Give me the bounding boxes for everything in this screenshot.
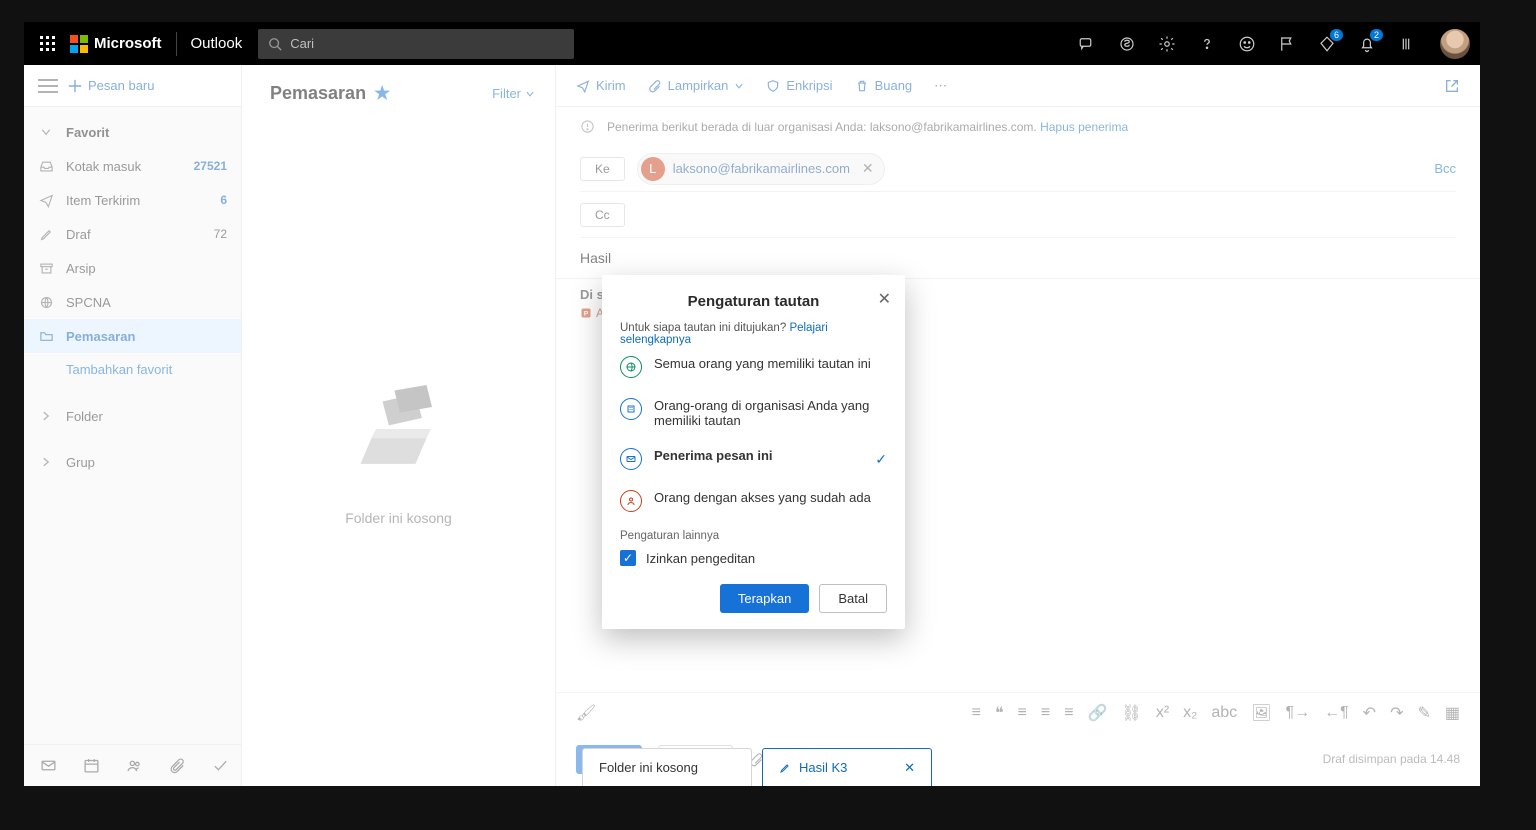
search-input[interactable]: Cari xyxy=(258,29,574,59)
global-header: Microsoft Outlook Cari 6 2 xyxy=(24,22,1480,65)
tab-label: Folder ini kosong xyxy=(599,760,698,775)
mail-icon xyxy=(620,448,642,470)
checkbox-checked-icon: ✓ xyxy=(620,550,636,566)
check-icon: ✓ xyxy=(875,451,887,468)
flag-icon[interactable] xyxy=(1278,35,1296,53)
help-icon[interactable] xyxy=(1198,35,1216,53)
tab-empty-folder[interactable]: Folder ini kosong xyxy=(582,748,752,786)
building-icon xyxy=(620,398,642,420)
smiley-icon[interactable] xyxy=(1238,35,1256,53)
search-placeholder: Cari xyxy=(290,36,314,51)
share-option-anyone[interactable]: Semua orang yang memiliki tautan ini xyxy=(620,346,887,388)
gear-icon[interactable] xyxy=(1158,35,1176,53)
link-settings-dialog: ✕ Pengaturan tautan Untuk siapa tautan i… xyxy=(602,275,905,629)
apply-button[interactable]: Terapkan xyxy=(720,584,809,613)
badge: 6 xyxy=(1330,29,1343,41)
other-settings-label: Pengaturan lainnya xyxy=(620,530,887,542)
tab-label: Hasil K3 xyxy=(799,760,847,775)
share-option-org[interactable]: Orang-orang di organisasi Anda yang memi… xyxy=(620,388,887,438)
close-icon[interactable]: ✕ xyxy=(878,289,891,309)
bell-icon[interactable]: 2 xyxy=(1358,35,1376,53)
chat-icon[interactable] xyxy=(1078,35,1096,53)
allow-edit-label: Izinkan pengeditan xyxy=(646,551,755,566)
divider xyxy=(176,32,177,56)
tab-hasil-k3[interactable]: Hasil K3 ✕ xyxy=(762,748,932,786)
allow-edit-checkbox[interactable]: ✓ Izinkan pengeditan xyxy=(620,550,887,566)
share-option-existing[interactable]: Orang dengan akses yang sudah ada xyxy=(620,480,887,522)
person-icon xyxy=(620,490,642,512)
product-name[interactable]: Outlook xyxy=(191,35,243,52)
avatar[interactable] xyxy=(1440,29,1470,59)
globe-icon xyxy=(620,356,642,378)
app-launcher-icon[interactable] xyxy=(40,36,56,52)
skype-icon[interactable] xyxy=(1118,35,1136,53)
draft-tab-bar: Folder ini kosong Hasil K3 ✕ xyxy=(582,744,1456,786)
close-tab-icon[interactable]: ✕ xyxy=(904,760,915,776)
microsoft-text: Microsoft xyxy=(94,35,162,52)
badge: 2 xyxy=(1370,29,1383,41)
cancel-button[interactable]: Batal xyxy=(819,584,887,613)
share-option-recipients[interactable]: Penerima pesan ini ✓ xyxy=(620,438,887,480)
diamond-icon[interactable]: 6 xyxy=(1318,35,1336,53)
filter-icon[interactable] xyxy=(1398,36,1414,52)
dialog-question: Untuk siapa tautan ini ditujukan? xyxy=(620,322,786,334)
dialog-title: Pengaturan tautan xyxy=(620,293,887,310)
microsoft-logo: Microsoft xyxy=(70,35,162,53)
